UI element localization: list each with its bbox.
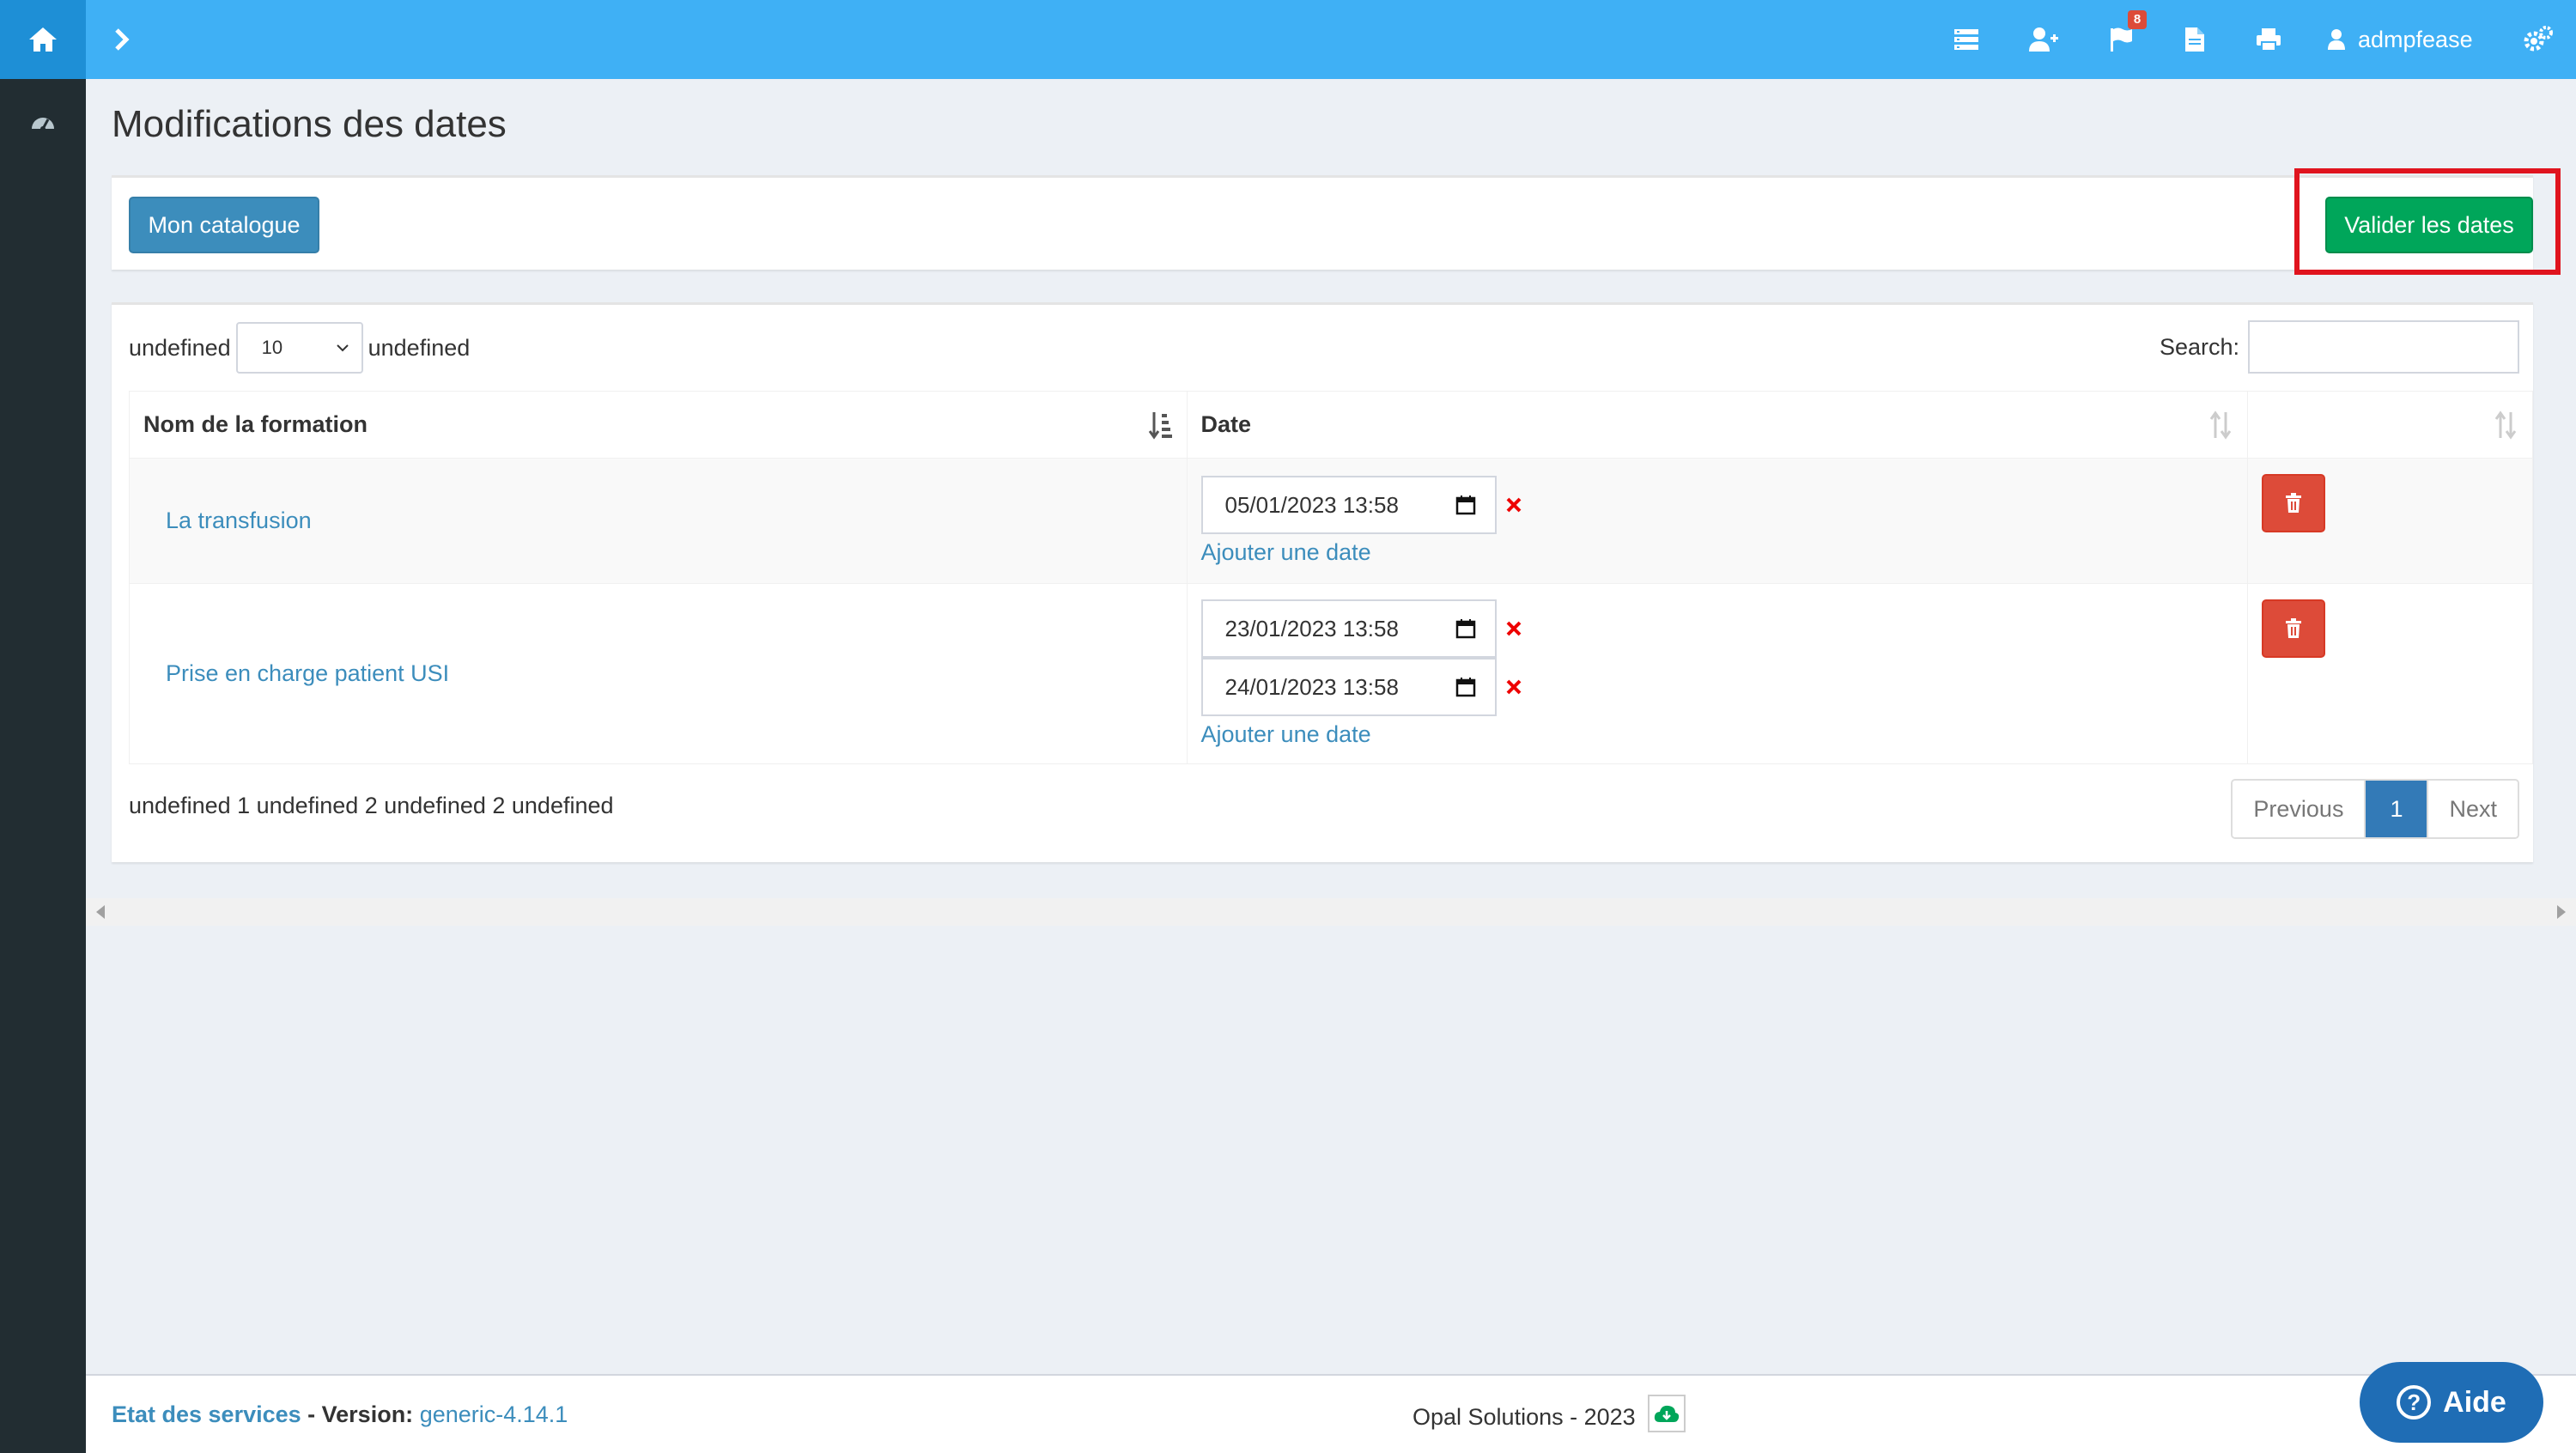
calendar-icon: [1455, 678, 1475, 697]
chevron-right-icon: [115, 28, 130, 51]
user-name: admpfease: [2358, 26, 2473, 52]
sort-both-icon: [2494, 410, 2517, 440]
table-row: Prise en charge patient USI 23/01/2023 1…: [129, 583, 2533, 764]
dashboard-icon: [32, 118, 54, 131]
trash-icon: [2286, 493, 2302, 513]
ajouter-date-link[interactable]: Ajouter une date: [1201, 721, 2248, 748]
footer-copyright: Opal Solutions - 2023: [1413, 1395, 1686, 1432]
calendar-icon: [1455, 619, 1475, 639]
home-button[interactable]: [0, 0, 86, 79]
date-entry: 23/01/2023 13:58: [1200, 599, 2248, 658]
delete-button[interactable]: [2262, 474, 2326, 532]
calendar-icon: [1455, 495, 1475, 515]
column-header-nom[interactable]: Nom de la formation: [129, 391, 1188, 459]
date-entry: 05/01/2023 13:58: [1200, 476, 2248, 534]
footer-status: Etat des services - Version: generic-4.1…: [112, 1401, 568, 1428]
add-user-button[interactable]: [2021, 17, 2066, 62]
length-prefix: undefined: [129, 334, 231, 361]
remove-date-icon[interactable]: [1504, 495, 1524, 515]
date-value: 23/01/2023 13:58: [1224, 615, 1399, 641]
pagination-previous[interactable]: Previous: [2233, 781, 2365, 837]
footer-separator: -: [301, 1401, 322, 1427]
version-link[interactable]: generic-4.14.1: [420, 1401, 568, 1427]
date-input[interactable]: 23/01/2023 13:58: [1200, 599, 1497, 658]
page-title: Modifications des dates: [112, 103, 507, 145]
sidebar-toggle-button[interactable]: [103, 19, 141, 60]
trash-icon: [2286, 618, 2302, 638]
settings-button[interactable]: [2516, 17, 2561, 62]
copyright-text: Opal Solutions - 2023: [1413, 1403, 1636, 1430]
pagination: Previous 1 Next: [2231, 779, 2519, 839]
top-navbar: 8 admpfease: [0, 0, 2576, 79]
notifications-button[interactable]: 8: [2099, 10, 2147, 62]
cloud-download-icon: [1654, 1405, 1679, 1422]
toolbar-box: Mon catalogue Valider les dates: [112, 175, 2533, 270]
aide-button[interactable]: ? Aide: [2360, 1362, 2543, 1443]
date-value: 24/01/2023 13:58: [1224, 673, 1399, 700]
scroll-left-icon[interactable]: [96, 905, 105, 919]
date-input[interactable]: 24/01/2023 13:58: [1200, 658, 1497, 716]
home-icon: [29, 27, 57, 52]
search-input[interactable]: [2248, 320, 2519, 374]
remove-date-icon[interactable]: [1504, 618, 1524, 639]
column-header-actions[interactable]: [2247, 391, 2533, 459]
sidebar: [0, 79, 86, 1453]
table-row: La transfusion 05/01/2023 13:58 Ajouter …: [129, 458, 2533, 584]
help-icon: ?: [2397, 1385, 2432, 1420]
list-menu-button[interactable]: [1944, 17, 1989, 62]
length-control: undefined 10 undefined: [129, 322, 470, 374]
table-info: undefined 1 undefined 2 undefined 2 unde…: [129, 793, 614, 818]
ajouter-date-link[interactable]: Ajouter une date: [1201, 539, 2248, 566]
user-plus-icon: [2029, 27, 2058, 52]
document-button[interactable]: [2172, 17, 2217, 62]
page-length-select[interactable]: 10: [235, 322, 363, 374]
sort-asc-icon: [1148, 412, 1172, 440]
version-label: Version:: [321, 1401, 414, 1427]
horizontal-scrollbar[interactable]: [86, 898, 2576, 926]
user-icon: [2328, 29, 2345, 50]
print-button[interactable]: [2246, 17, 2291, 62]
column-header-date[interactable]: Date: [1186, 391, 2249, 459]
scroll-right-icon[interactable]: [2557, 905, 2566, 919]
aide-label: Aide: [2443, 1385, 2506, 1419]
page-length-value: 10: [261, 337, 283, 358]
search-control: Search:: [2160, 320, 2519, 374]
search-label: Search:: [2159, 333, 2239, 360]
formation-link[interactable]: Prise en charge patient USI: [166, 660, 449, 686]
highlight-box: [2294, 168, 2561, 275]
footer: Etat des services - Version: generic-4.1…: [86, 1374, 2576, 1453]
pagination-next[interactable]: Next: [2427, 781, 2518, 837]
date-entry: 24/01/2023 13:58: [1200, 658, 2248, 716]
file-icon: [2185, 27, 2204, 52]
date-input[interactable]: 05/01/2023 13:58: [1200, 476, 1497, 534]
notification-badge: 8: [2128, 10, 2147, 29]
sort-both-icon: [2209, 410, 2232, 440]
formations-table: Nom de la formation Date La transfusion: [129, 391, 2533, 764]
column-label-nom: Nom de la formation: [143, 411, 368, 437]
cogs-icon: [2524, 26, 2553, 52]
cloud-download-button[interactable]: [1647, 1395, 1686, 1432]
chevron-down-icon: [336, 344, 349, 352]
print-icon: [2257, 28, 2281, 52]
length-suffix: undefined: [368, 334, 471, 361]
remove-date-icon[interactable]: [1504, 677, 1524, 697]
column-label-date: Date: [1200, 411, 1252, 437]
mon-catalogue-button[interactable]: Mon catalogue: [129, 197, 319, 253]
user-menu[interactable]: admpfease: [2327, 19, 2473, 60]
formation-link[interactable]: La transfusion: [166, 508, 312, 533]
flag-icon: [2111, 27, 2132, 52]
pagination-page[interactable]: 1: [2364, 781, 2427, 837]
etat-services-link[interactable]: Etat des services: [112, 1401, 301, 1427]
list-icon: [1954, 29, 1978, 50]
delete-button[interactable]: [2262, 599, 2326, 658]
sidebar-item-dashboard[interactable]: [26, 105, 60, 139]
datatable-box: undefined 10 undefined Search: Nom de la…: [112, 302, 2533, 862]
date-value: 05/01/2023 13:58: [1224, 491, 1399, 518]
